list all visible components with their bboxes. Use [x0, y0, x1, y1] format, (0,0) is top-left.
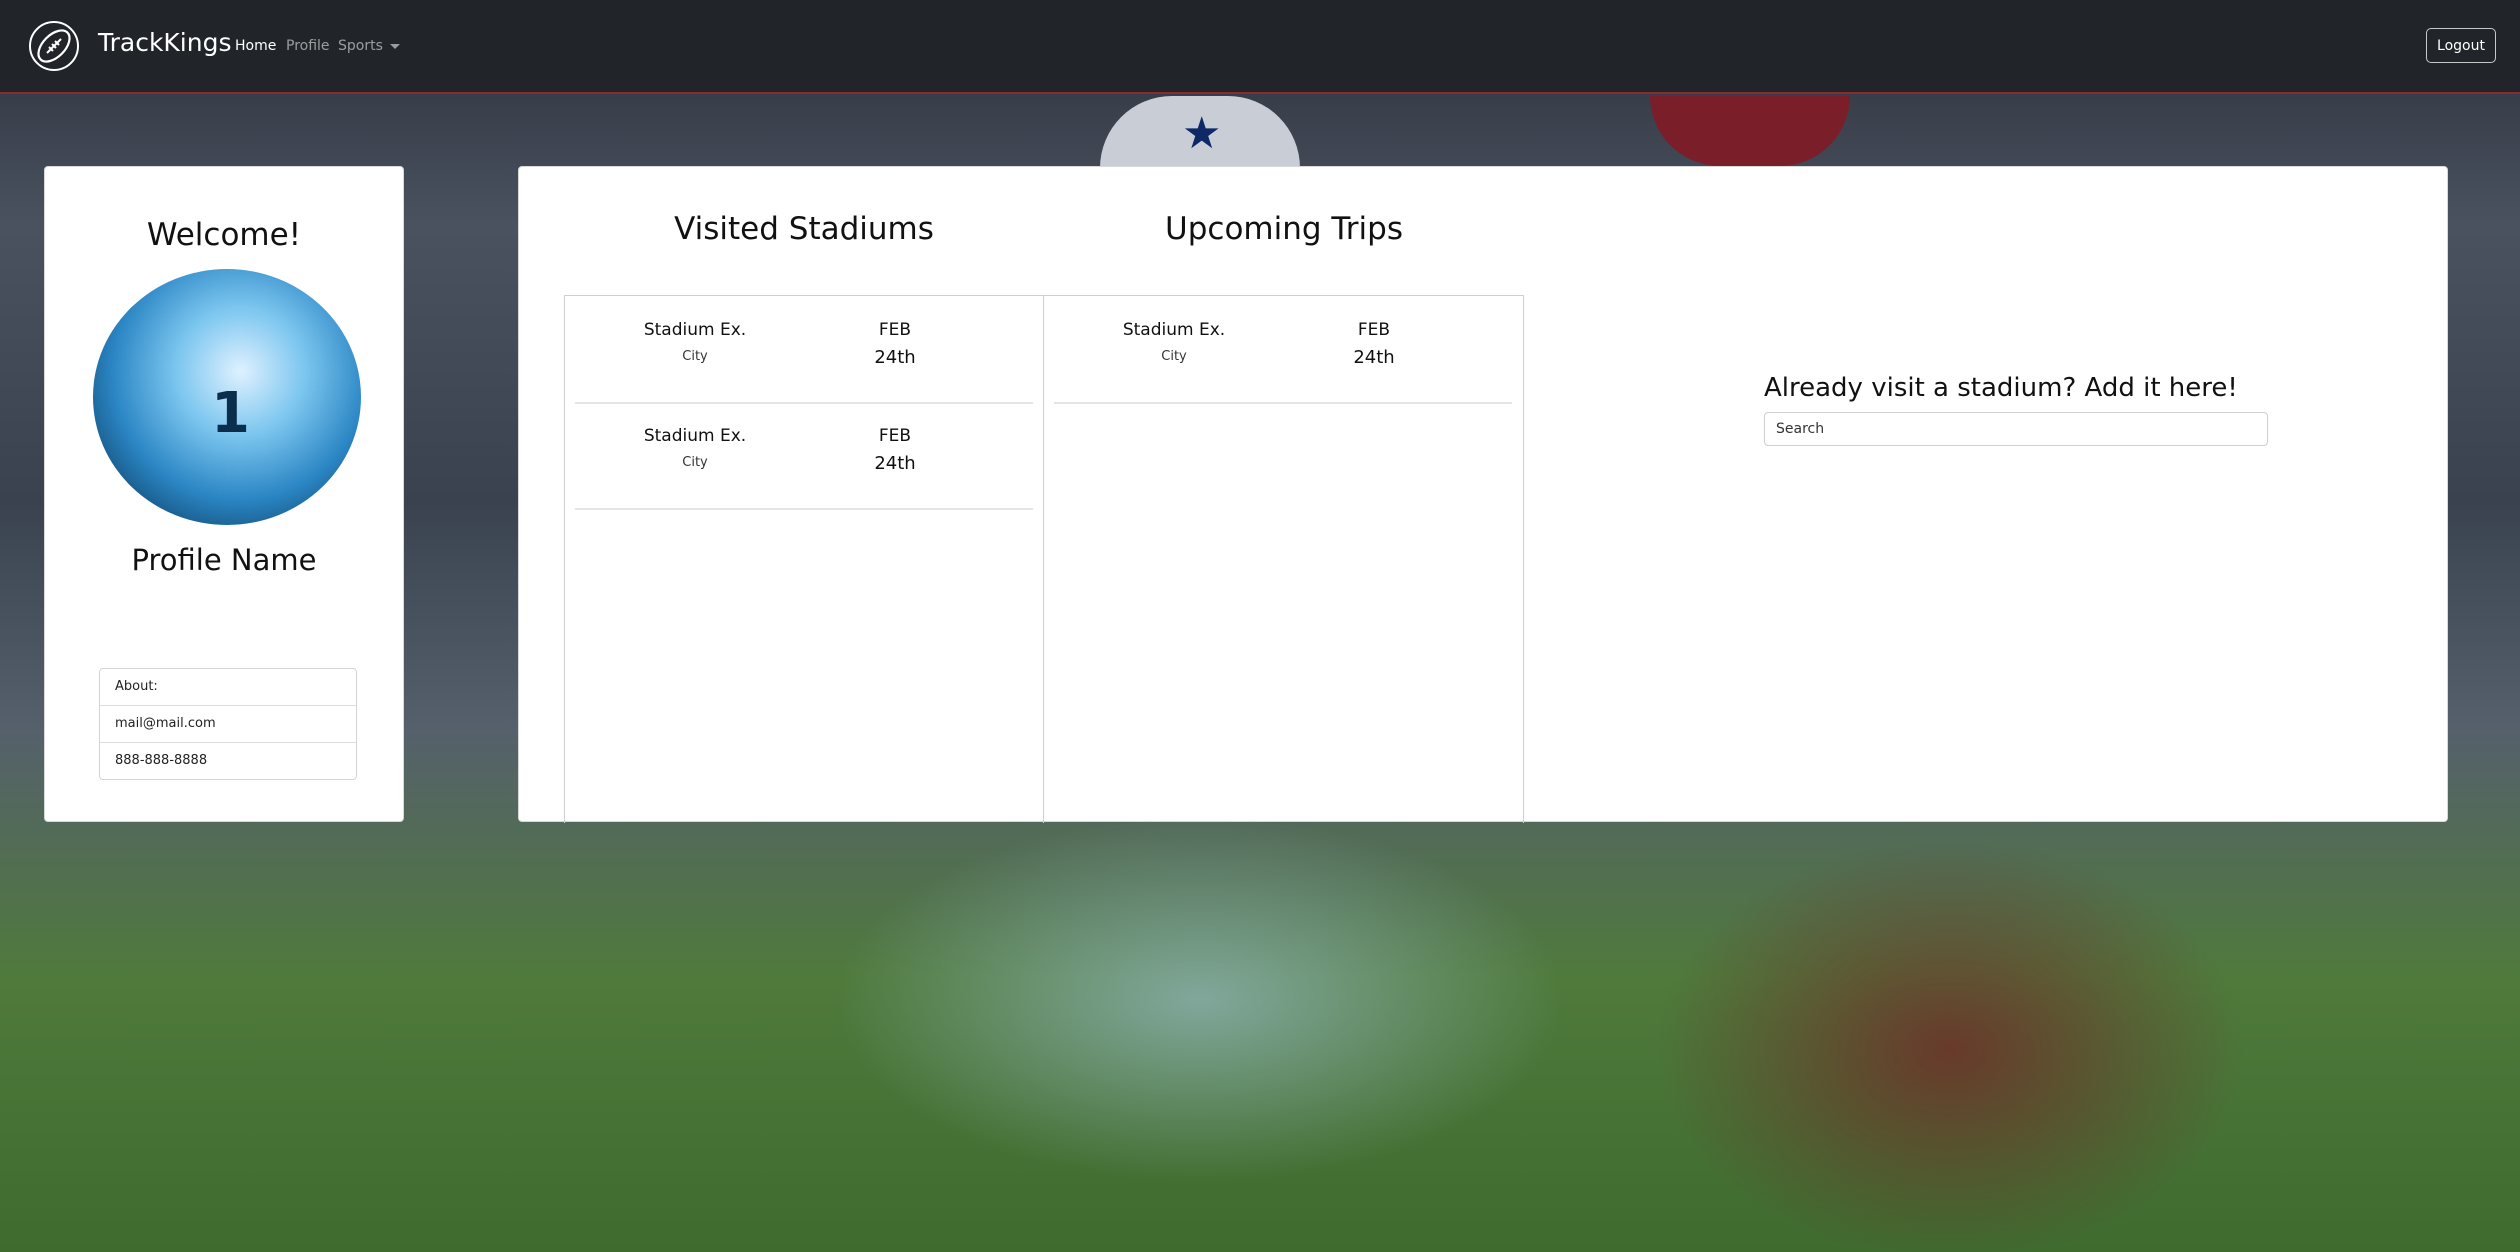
nav-sports-label: Sports [338, 38, 383, 54]
football-icon[interactable] [28, 20, 80, 72]
visited-stadiums-list: Stadium Ex. City FEB 24th Stadium Ex. Ci… [564, 295, 1044, 823]
welcome-heading: Welcome! [146, 217, 302, 253]
visited-stadiums-title: Visited Stadiums [674, 211, 934, 247]
visit-day: 24th [874, 347, 916, 368]
visit-day: 24th [874, 453, 916, 474]
upcoming-trips-list: Stadium Ex. City FEB 24th [1044, 295, 1524, 823]
avatar-jersey-graphic: 1 [211, 381, 250, 446]
stadium-city: City [682, 349, 708, 364]
profile-name: Profile Name [131, 543, 317, 577]
profile-info-list: About: mail@mail.com 888-888-8888 [99, 668, 357, 780]
stadium-name: Stadium Ex. [1122, 320, 1226, 340]
top-navbar: TrackKings Home Profile Sports Logout [0, 0, 2520, 94]
visit-month: FEB [878, 320, 912, 340]
stadium-city: City [682, 455, 708, 470]
about-label: About: [100, 669, 356, 706]
add-stadium-heading: Already visit a stadium? Add it here! [1764, 373, 2238, 403]
visit-month: FEB [878, 426, 912, 446]
brand-name[interactable]: TrackKings [98, 28, 232, 57]
nav-sports-dropdown[interactable]: Sports [338, 38, 400, 54]
logout-button[interactable]: Logout [2426, 28, 2496, 63]
stadium-city: City [1161, 349, 1187, 364]
background-star-icon: ★ [1182, 108, 1222, 159]
email-value: mail@mail.com [100, 706, 356, 743]
trip-month: FEB [1357, 320, 1391, 340]
background-helmet-red [1650, 96, 1850, 166]
nav-home-link[interactable]: Home [235, 38, 276, 54]
phone-value: 888-888-8888 [115, 753, 208, 768]
avatar: 1 [93, 269, 361, 525]
main-card: Visited Stadiums Upcoming Trips Stadium … [518, 166, 2448, 823]
profile-card: Welcome! 1 Profile Name About: mail@mail… [44, 166, 404, 822]
caret-down-icon [389, 43, 400, 49]
upcoming-trips-title: Upcoming Trips [1165, 211, 1403, 247]
search-input[interactable] [1764, 412, 2268, 446]
list-item[interactable]: Stadium Ex. City FEB 24th [1054, 296, 1512, 404]
stadium-name: Stadium Ex. [643, 426, 747, 446]
trip-day: 24th [1353, 347, 1395, 368]
list-item[interactable]: Stadium Ex. City FEB 24th [575, 296, 1033, 404]
list-item[interactable]: Stadium Ex. City FEB 24th [575, 402, 1033, 510]
stadium-name: Stadium Ex. [643, 320, 747, 340]
nav-profile-link[interactable]: Profile [286, 38, 330, 54]
